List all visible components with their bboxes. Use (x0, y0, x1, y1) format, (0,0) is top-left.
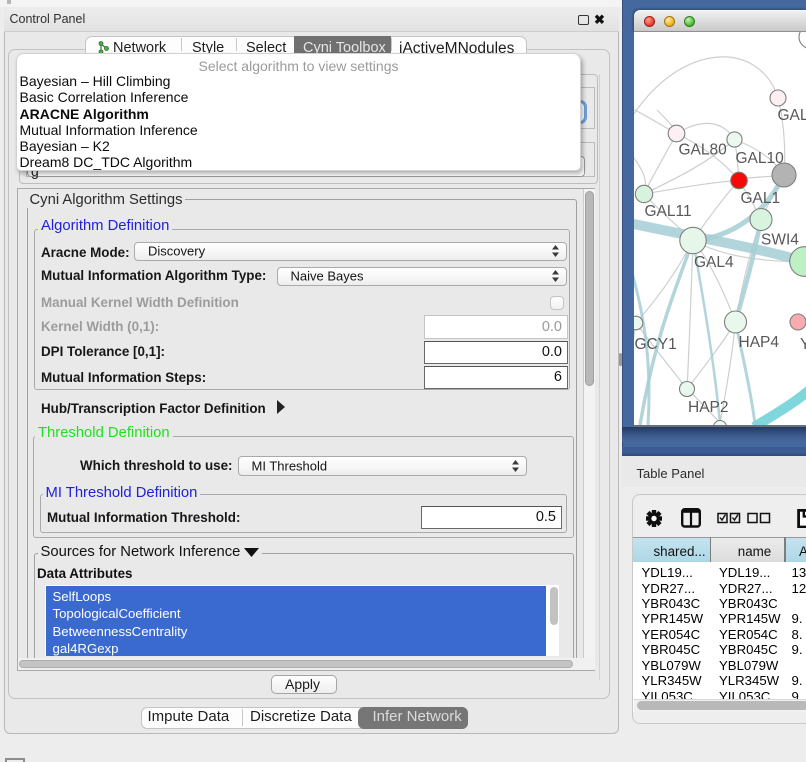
svg-text:GAL7: GAL7 (778, 107, 806, 124)
svg-text:GCY1: GCY1 (635, 336, 677, 353)
svg-text:GAL4: GAL4 (694, 254, 734, 271)
svg-text:GAL10: GAL10 (736, 150, 785, 167)
svg-text:Y: Y (800, 336, 806, 353)
svg-text:GAL1: GAL1 (741, 190, 781, 207)
svg-text:SWI4: SWI4 (761, 232, 799, 249)
svg-text:HAP4: HAP4 (739, 334, 780, 351)
svg-text:HAP2: HAP2 (688, 399, 729, 416)
svg-text:GAL80: GAL80 (679, 142, 728, 159)
svg-text:GAL11: GAL11 (645, 203, 692, 220)
